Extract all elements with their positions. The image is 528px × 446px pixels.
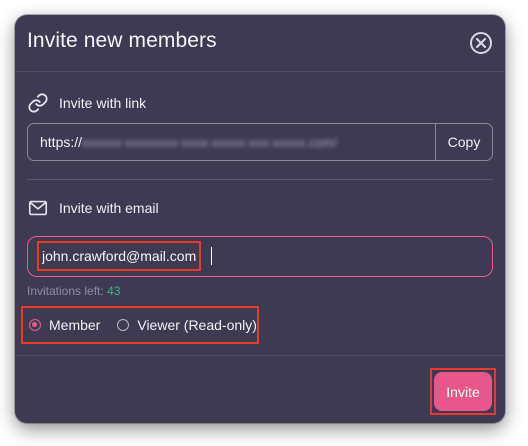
radio-checked-icon	[29, 319, 41, 331]
radio-viewer[interactable]: Viewer (Read-only)	[117, 317, 257, 333]
email-input[interactable]	[37, 241, 201, 271]
invite-dialog: Invite new members Invite with link http…	[15, 15, 505, 423]
copy-link-button[interactable]: Copy	[435, 124, 492, 160]
invitations-left-label: Invitations left:	[27, 284, 104, 298]
text-cursor	[211, 247, 212, 265]
footer-divider	[15, 355, 505, 356]
link-section-title: Invite with link	[59, 95, 147, 111]
invite-button-highlight: Invite	[430, 368, 496, 415]
email-field-container	[27, 236, 493, 277]
close-icon[interactable]	[469, 31, 493, 55]
radio-member-label: Member	[49, 317, 101, 333]
link-url-prefix: https://	[40, 134, 83, 150]
link-url-blurred: xxxxxx-xxxxxxxx-xxxx-xxxxx-xxx-xxxxx.com…	[82, 134, 337, 150]
section-divider	[27, 179, 493, 180]
invite-button[interactable]: Invite	[434, 372, 492, 411]
envelope-icon	[27, 197, 49, 219]
radio-member[interactable]: Member	[29, 317, 100, 333]
email-section-title: Invite with email	[59, 200, 159, 216]
email-section-label: Invite with email	[27, 197, 159, 219]
invitations-left-count: 43	[107, 284, 121, 298]
radio-unchecked-icon	[117, 319, 130, 331]
dialog-header: Invite new members	[15, 15, 505, 72]
invitations-left: Invitations left: 43	[27, 284, 120, 298]
role-radio-group: Member Viewer (Read-only)	[21, 306, 259, 344]
link-section-label: Invite with link	[27, 92, 146, 114]
dialog-title: Invite new members	[27, 29, 217, 52]
invite-link-field[interactable]: https:// xxxxxx-xxxxxxxx-xxxx-xxxxx-xxx-…	[27, 123, 493, 161]
radio-viewer-label: Viewer (Read-only)	[137, 317, 257, 333]
link-icon	[27, 92, 49, 114]
